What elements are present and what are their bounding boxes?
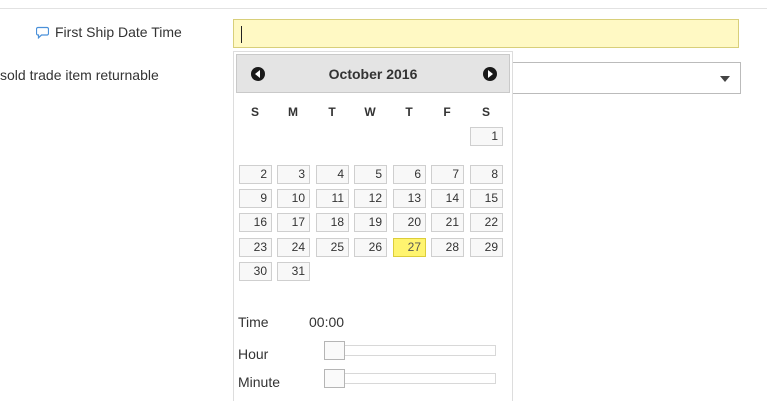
- hour-label: Hour: [238, 346, 269, 362]
- calendar-day[interactable]: 7: [431, 165, 464, 184]
- speech-bubble-icon: [36, 26, 49, 39]
- calendar-day[interactable]: 5: [354, 165, 387, 184]
- calendar-day[interactable]: 13: [393, 189, 426, 208]
- weekday-label: M: [288, 105, 298, 119]
- calendar-day[interactable]: 28: [431, 238, 464, 257]
- month-year-title: October 2016: [328, 66, 418, 82]
- chevron-right-icon: [488, 70, 493, 78]
- weekday-label: S: [481, 105, 490, 119]
- calendar-day[interactable]: 10: [277, 189, 310, 208]
- calendar-day[interactable]: 9: [239, 189, 272, 208]
- minute-label: Minute: [238, 374, 281, 390]
- weekday-label: W: [364, 105, 376, 119]
- calendar-day[interactable]: 2: [239, 165, 272, 184]
- calendar-day[interactable]: 24: [277, 238, 310, 257]
- calendar-day[interactable]: 14: [431, 189, 464, 208]
- top-divider: [0, 8, 767, 9]
- weekday-label: T: [405, 105, 413, 119]
- calendar-day[interactable]: 30: [239, 262, 272, 281]
- calendar-day[interactable]: 29: [470, 238, 503, 257]
- calendar-day[interactable]: 4: [316, 165, 349, 184]
- calendar-day[interactable]: 6: [393, 165, 426, 184]
- calendar-day[interactable]: 25: [316, 238, 349, 257]
- weekday-label: F: [443, 105, 451, 119]
- weekday-label: T: [328, 105, 336, 119]
- first-ship-date-label: First Ship Date Time: [36, 24, 182, 40]
- next-month-button[interactable]: [483, 67, 497, 81]
- sold-trade-item-returnable-label: sold trade item returnable: [0, 67, 159, 83]
- calendar-day[interactable]: 23: [239, 238, 272, 257]
- calendar-day[interactable]: 31: [277, 262, 310, 281]
- calendar-day[interactable]: 3: [277, 165, 310, 184]
- time-label: Time: [238, 314, 269, 330]
- calendar-day[interactable]: 19: [354, 213, 387, 232]
- calendar-day[interactable]: 26: [354, 238, 387, 257]
- time-value: 00:00: [309, 314, 345, 330]
- calendar-day[interactable]: 22: [470, 213, 503, 232]
- calendar-day[interactable]: 18: [316, 213, 349, 232]
- weekday-label: S: [250, 105, 259, 119]
- calendar-day[interactable]: 15: [470, 189, 503, 208]
- hour-slider-handle[interactable]: [324, 341, 345, 360]
- datepicker-header: October 2016: [236, 54, 510, 93]
- datepicker-popup: October 2016 SMTWTFS 1 2 3 4 5 6 7 8 9 10 11 12 13 14…: [233, 51, 513, 401]
- caret-down-icon[interactable]: [720, 76, 730, 82]
- calendar-day[interactable]: 20: [393, 213, 426, 232]
- hour-slider[interactable]: [324, 341, 496, 360]
- minute-slider-handle[interactable]: [324, 369, 345, 388]
- calendar-day[interactable]: 12: [354, 189, 387, 208]
- text-caret: [241, 26, 242, 43]
- calendar-day[interactable]: 21: [431, 213, 464, 232]
- calendar-day[interactable]: 17: [277, 213, 310, 232]
- first-ship-date-label-text: First Ship Date Time: [55, 24, 182, 40]
- first-ship-date-input[interactable]: [233, 19, 739, 48]
- calendar-day[interactable]: 1: [470, 127, 503, 146]
- calendar-day[interactable]: 16: [239, 213, 272, 232]
- calendar-day[interactable]: 11: [316, 189, 349, 208]
- calendar-day[interactable]: 8: [470, 165, 503, 184]
- calendar-day[interactable]: 27: [393, 238, 426, 257]
- minute-slider[interactable]: [324, 369, 496, 388]
